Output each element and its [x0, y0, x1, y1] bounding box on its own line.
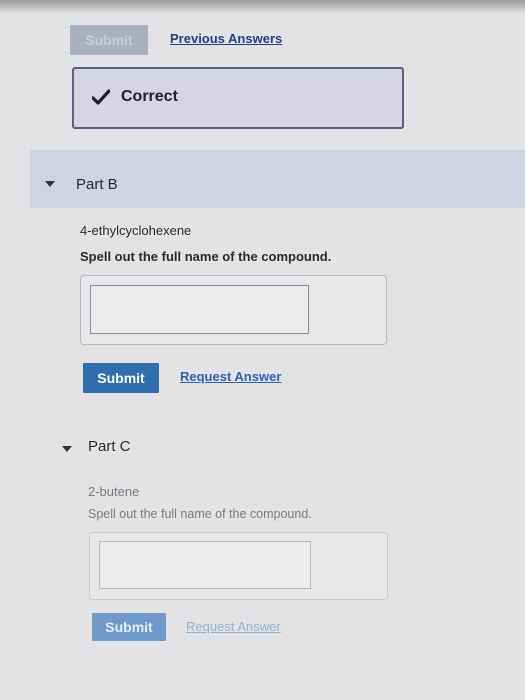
- part-c-compound: 2-butene: [88, 484, 140, 499]
- part-c-instruction: Spell out the full name of the compound.: [88, 507, 312, 521]
- top-edge-shadow: [0, 0, 525, 14]
- part-c-request-answer-link[interactable]: Request Answer: [186, 619, 281, 634]
- part-c-submit-button[interactable]: Submit: [92, 613, 166, 641]
- part-b-compound: 4-ethylcyclohexene: [80, 223, 192, 238]
- caret-down-icon[interactable]: [62, 446, 72, 452]
- checkmark-icon: [92, 89, 110, 105]
- part-c-answer-container: [89, 532, 388, 600]
- part-c-answer-input[interactable]: [99, 541, 311, 589]
- part-b-header[interactable]: Part B: [30, 150, 525, 208]
- part-a-submit-button[interactable]: Submit: [70, 25, 148, 55]
- part-b-answer-input[interactable]: [90, 285, 309, 334]
- part-c-title[interactable]: Part C: [88, 438, 131, 455]
- part-b-request-answer-link[interactable]: Request Answer: [180, 369, 281, 384]
- correct-label: Correct: [121, 88, 178, 105]
- part-b-answer-container: [80, 275, 387, 345]
- part-b-instruction: Spell out the full name of the compound.: [80, 249, 332, 264]
- part-b-title: Part B: [76, 176, 118, 193]
- part-b-submit-button[interactable]: Submit: [83, 363, 159, 393]
- previous-answers-link[interactable]: Previous Answers: [170, 31, 282, 46]
- caret-down-icon: [45, 181, 55, 187]
- correct-feedback-box: Correct: [72, 67, 404, 129]
